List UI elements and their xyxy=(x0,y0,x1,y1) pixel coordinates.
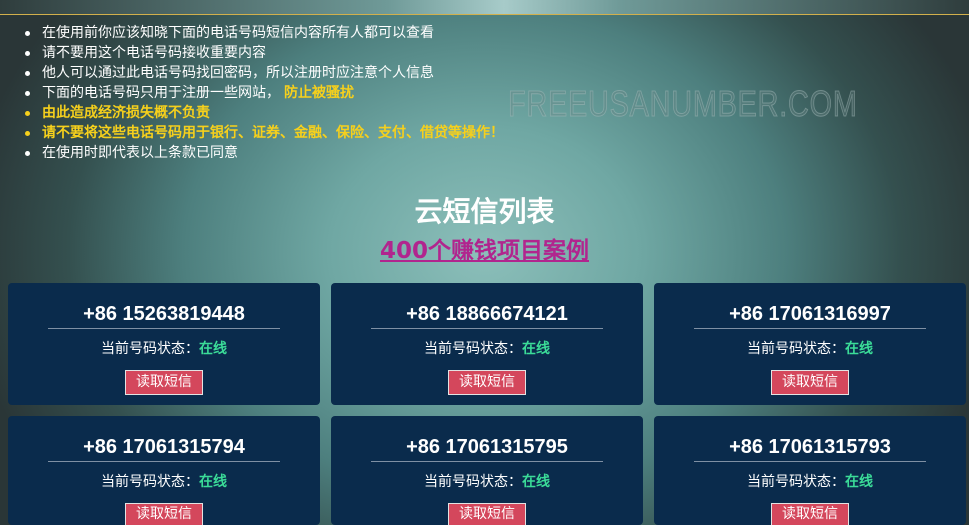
status-label: 当前号码状态： xyxy=(747,474,845,490)
read-sms-button[interactable]: 读取短信 xyxy=(125,503,203,525)
read-sms-button[interactable]: 读取短信 xyxy=(448,370,526,395)
phone-number: +86 17061316997 xyxy=(729,303,891,325)
number-status: 当前号码状态：在线 xyxy=(8,473,320,491)
card-divider xyxy=(371,461,603,462)
notice-item: 他人可以通过此电话号码找回密码，所以注册时应注意个人信息 xyxy=(0,63,504,83)
notice-highlight: 请不要将这些电话号码用于银行、证券、金融、保险、支付、借贷等操作！ xyxy=(42,125,504,141)
notice-highlight: 防止被骚扰 xyxy=(284,85,354,101)
read-sms-button[interactable]: 读取短信 xyxy=(771,370,849,395)
phone-number-grid: +86 15263819448 当前号码状态：在线 读取短信 +86 18866… xyxy=(8,283,966,525)
phone-card: +86 17061315795 当前号码状态：在线 读取短信 xyxy=(331,416,643,525)
notice-item-warning: 请不要将这些电话号码用于银行、证券、金融、保险、支付、借贷等操作！ xyxy=(0,123,504,143)
card-divider xyxy=(48,461,280,462)
notice-highlight: 由此造成经济损失概不负责 xyxy=(42,105,210,121)
notice-text: 他人可以通过此电话号码找回密码，所以注册时应注意个人信息 xyxy=(42,65,434,81)
phone-card: +86 15263819448 当前号码状态：在线 读取短信 xyxy=(8,283,320,405)
notice-item-warning: 由此造成经济损失概不负责 xyxy=(0,103,504,123)
promo-link[interactable]: 400个赚钱项目案例 xyxy=(380,238,589,264)
status-label: 当前号码状态： xyxy=(424,474,522,490)
notice-item: 请不要用这个电话号码接收重要内容 xyxy=(0,43,504,63)
site-watermark: FREEUSANUMBER.COM xyxy=(508,83,858,124)
read-sms-button[interactable]: 读取短信 xyxy=(448,503,526,525)
notice-item: 在使用前你应该知晓下面的电话号码短信内容所有人都可以查看 xyxy=(0,23,504,43)
phone-number: +86 17061315794 xyxy=(83,436,245,458)
number-status: 当前号码状态：在线 xyxy=(654,340,966,358)
promo-link-row: 400个赚钱项目案例 xyxy=(0,236,969,268)
status-online-badge: 在线 xyxy=(845,474,873,490)
number-status: 当前号码状态：在线 xyxy=(331,340,643,358)
status-label: 当前号码状态： xyxy=(747,341,845,357)
notice-text: 请不要用这个电话号码接收重要内容 xyxy=(42,45,266,61)
phone-card: +86 17061315793 当前号码状态：在线 读取短信 xyxy=(654,416,966,525)
phone-card: +86 17061315794 当前号码状态：在线 读取短信 xyxy=(8,416,320,525)
read-sms-button[interactable]: 读取短信 xyxy=(771,503,849,525)
read-sms-button[interactable]: 读取短信 xyxy=(125,370,203,395)
card-divider xyxy=(48,328,280,329)
status-label: 当前号码状态： xyxy=(424,341,522,357)
phone-number: +86 15263819448 xyxy=(83,303,245,325)
notice-text: 在使用时即代表以上条款已同意 xyxy=(42,145,238,161)
card-divider xyxy=(694,328,926,329)
notice-item: 下面的电话号码只用于注册一些网站， 防止被骚扰 xyxy=(0,83,504,103)
card-divider xyxy=(371,328,603,329)
notice-text: 下面的电话号码只用于注册一些网站， xyxy=(42,85,280,101)
number-status: 当前号码状态：在线 xyxy=(331,473,643,491)
status-online-badge: 在线 xyxy=(199,474,227,490)
phone-card: +86 17061316997 当前号码状态：在线 读取短信 xyxy=(654,283,966,405)
status-label: 当前号码状态： xyxy=(101,341,199,357)
phone-number: +86 17061315795 xyxy=(406,436,568,458)
status-label: 当前号码状态： xyxy=(101,474,199,490)
status-online-badge: 在线 xyxy=(522,341,550,357)
phone-card: +86 18866674121 当前号码状态：在线 读取短信 xyxy=(331,283,643,405)
page-title: 云短信列表 xyxy=(414,195,555,228)
phone-number: +86 18866674121 xyxy=(406,303,568,325)
status-online-badge: 在线 xyxy=(522,474,550,490)
number-status: 当前号码状态：在线 xyxy=(654,473,966,491)
phone-number: +86 17061315793 xyxy=(729,436,891,458)
notice-item: 在使用时即代表以上条款已同意 xyxy=(0,143,504,163)
notice-text: 在使用前你应该知晓下面的电话号码短信内容所有人都可以查看 xyxy=(42,25,434,41)
status-online-badge: 在线 xyxy=(845,341,873,357)
number-status: 当前号码状态：在线 xyxy=(8,340,320,358)
top-banner xyxy=(0,0,969,15)
status-online-badge: 在线 xyxy=(199,341,227,357)
usage-notice-list: 在使用前你应该知晓下面的电话号码短信内容所有人都可以查看 请不要用这个电话号码接… xyxy=(0,23,504,163)
card-divider xyxy=(694,461,926,462)
